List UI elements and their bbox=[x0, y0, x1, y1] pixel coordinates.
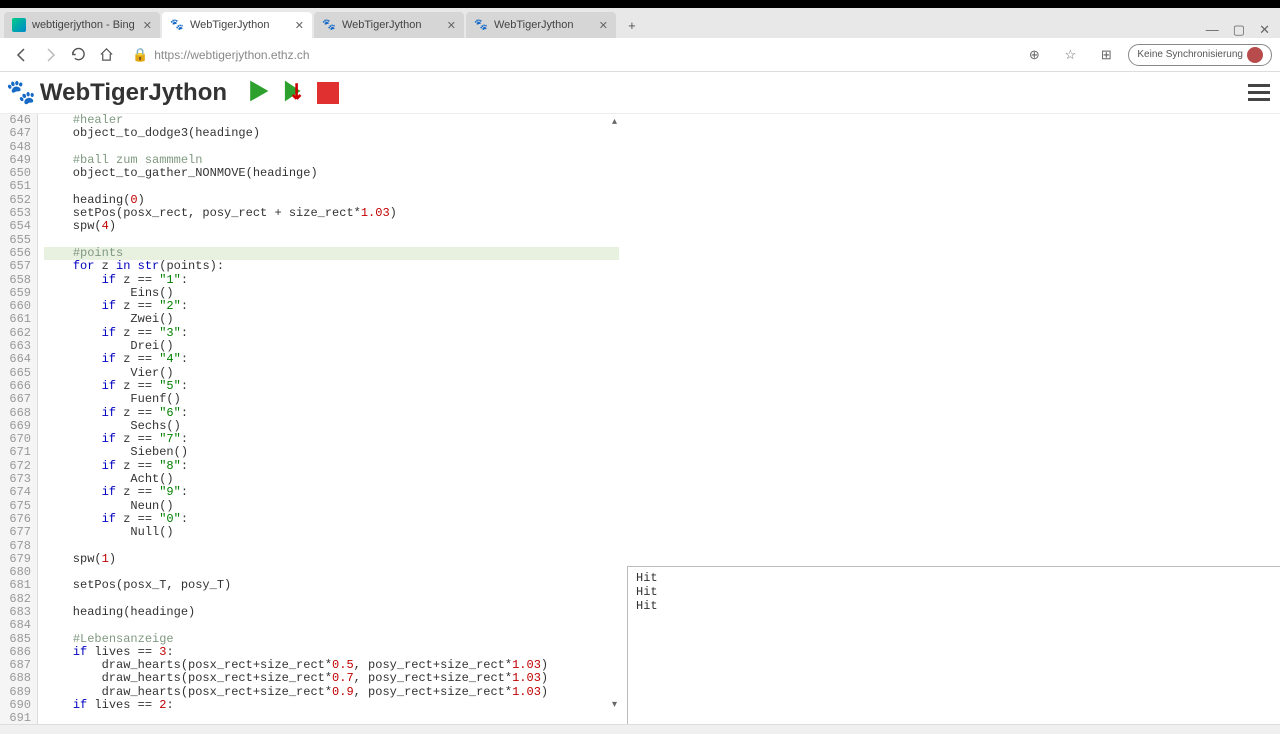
horizontal-scrollbar[interactable] bbox=[0, 724, 1280, 734]
maximize-icon[interactable]: ▢ bbox=[1233, 22, 1245, 38]
url-field[interactable]: 🔒 https://webtigerjython.ethz.ch bbox=[124, 42, 1016, 68]
minimize-icon[interactable]: — bbox=[1206, 22, 1219, 38]
scroll-down-icon[interactable]: ▾ bbox=[612, 699, 617, 712]
tab-wtj-3[interactable]: 🐾 WebTigerJython ✕ bbox=[466, 12, 616, 38]
home-button[interactable] bbox=[92, 41, 120, 69]
refresh-button[interactable] bbox=[64, 41, 92, 69]
app-title: WebTigerJython bbox=[40, 79, 227, 107]
paw-icon: 🐾 bbox=[322, 18, 336, 32]
close-icon[interactable]: ✕ bbox=[287, 19, 304, 32]
close-icon[interactable]: ✕ bbox=[591, 19, 608, 32]
tab-label: WebTigerJython bbox=[342, 19, 421, 31]
address-bar: 🔒 https://webtigerjython.ethz.ch ⊕ ☆ ⊞ K… bbox=[0, 38, 1280, 72]
app-logo: 🐾 WebTigerJython bbox=[6, 78, 227, 107]
close-window-icon[interactable]: ✕ bbox=[1259, 22, 1270, 38]
close-icon[interactable]: ✕ bbox=[135, 19, 152, 32]
tab-bing[interactable]: webtigerjython - Bing ✕ bbox=[4, 12, 160, 38]
favorites-icon[interactable]: ☆ bbox=[1056, 41, 1084, 69]
console-output[interactable]: Hit Hit Hit bbox=[627, 566, 1280, 724]
read-aloud-icon[interactable]: ⊕ bbox=[1020, 41, 1048, 69]
url-text: https://webtigerjython.ethz.ch bbox=[154, 48, 309, 62]
paw-icon: 🐾 bbox=[474, 18, 488, 32]
bing-icon bbox=[12, 18, 26, 32]
forward-button[interactable] bbox=[36, 41, 64, 69]
scroll-up-icon[interactable]: ▴ bbox=[612, 116, 617, 129]
paw-icon: 🐾 bbox=[170, 18, 184, 32]
browser-tabs: webtigerjython - Bing ✕ 🐾 WebTigerJython… bbox=[0, 8, 1280, 38]
lock-icon: 🔒 bbox=[132, 47, 148, 63]
new-tab-button[interactable]: + bbox=[618, 12, 646, 38]
paw-icon: 🐾 bbox=[6, 78, 36, 107]
close-icon[interactable]: ✕ bbox=[439, 19, 456, 32]
code-editor[interactable]: 6466476486496506516526536546556566576586… bbox=[0, 114, 619, 724]
code-content[interactable]: #healer object_to_dodge3(headinge) #ball… bbox=[38, 114, 619, 724]
app-header: 🐾 WebTigerJython bbox=[0, 72, 1280, 114]
avatar bbox=[1247, 47, 1263, 63]
sync-status[interactable]: Keine Synchronisierung bbox=[1128, 44, 1272, 66]
turtle-canvas[interactable]: 4 ↖ bbox=[619, 114, 1280, 564]
tab-label: WebTigerJython bbox=[190, 19, 269, 31]
tab-label: webtigerjython - Bing bbox=[32, 19, 135, 31]
tab-label: WebTigerJython bbox=[494, 19, 573, 31]
menu-button[interactable] bbox=[1244, 80, 1274, 105]
back-button[interactable] bbox=[8, 41, 36, 69]
stop-button[interactable] bbox=[317, 82, 339, 104]
step-button[interactable] bbox=[281, 78, 307, 107]
collections-icon[interactable]: ⊞ bbox=[1092, 41, 1120, 69]
line-gutter: 6466476486496506516526536546556566576586… bbox=[0, 114, 38, 724]
tab-wtj-2[interactable]: 🐾 WebTigerJython ✕ bbox=[314, 12, 464, 38]
tab-wtj-active[interactable]: 🐾 WebTigerJython ✕ bbox=[162, 12, 312, 38]
run-button[interactable] bbox=[245, 78, 271, 107]
